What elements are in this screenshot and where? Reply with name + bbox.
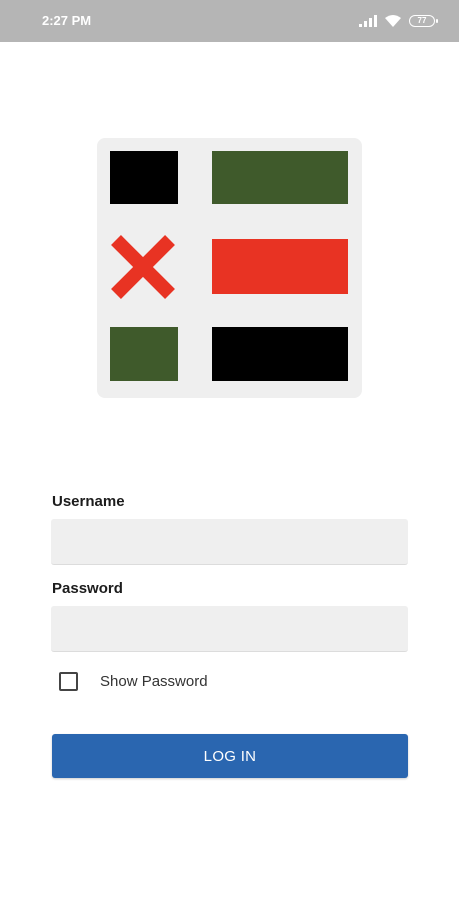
battery-level: 77: [417, 16, 427, 25]
wifi-icon: [385, 15, 401, 27]
show-password-label[interactable]: Show Password: [100, 673, 208, 690]
login-button[interactable]: LOG IN: [52, 734, 408, 778]
password-input[interactable]: [51, 606, 408, 652]
username-input[interactable]: [51, 519, 408, 565]
status-icons: 77: [359, 12, 438, 30]
show-password-checkbox[interactable]: [59, 672, 78, 691]
logo-green-square: [110, 327, 178, 381]
app-logo: [97, 138, 362, 398]
password-label: Password: [52, 580, 123, 597]
status-time: 2:27 PM: [42, 13, 92, 28]
status-bar: 2:27 PM 77: [0, 0, 459, 42]
logo-black-bar: [212, 327, 348, 381]
x-mark-icon: [111, 235, 175, 299]
logo-red-bar: [212, 239, 348, 294]
logo-green-bar: [212, 151, 348, 204]
logo-black-square: [110, 151, 178, 204]
username-label: Username: [52, 493, 125, 510]
battery-icon: 77: [409, 15, 438, 27]
signal-icon: [359, 15, 377, 27]
